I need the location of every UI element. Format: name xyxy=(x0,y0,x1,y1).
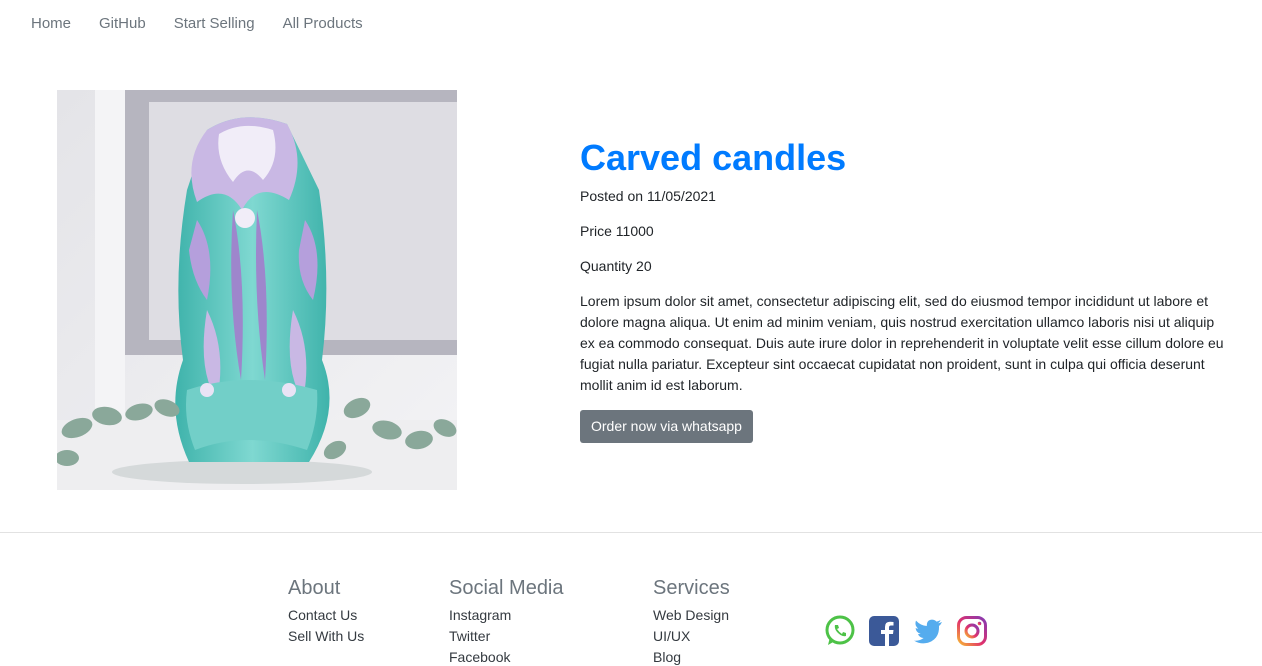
facebook-icon[interactable] xyxy=(868,615,900,647)
footer-instagram-link[interactable]: Instagram xyxy=(449,605,564,626)
footer-sell-with-us-link[interactable]: Sell With Us xyxy=(288,626,364,647)
nav-start-selling-link[interactable]: Start Selling xyxy=(160,0,269,48)
footer-facebook-link[interactable]: Facebook xyxy=(449,647,564,666)
product-title: Carved candles xyxy=(580,137,847,178)
product-details: Carved candles Posted on 11/05/2021 Pric… xyxy=(580,136,1230,443)
product-quantity: Quantity 20 xyxy=(580,258,652,274)
footer-web-design-link[interactable]: Web Design xyxy=(653,605,730,626)
whatsapp-icon[interactable] xyxy=(824,615,856,647)
instagram-icon[interactable] xyxy=(956,615,988,647)
footer-divider xyxy=(0,532,1262,533)
posted-date: Posted on 11/05/2021 xyxy=(580,188,716,204)
footer-contact-us-link[interactable]: Contact Us xyxy=(288,605,364,626)
footer-social-column: Social Media Instagram Twitter Facebook xyxy=(449,575,564,666)
social-icons xyxy=(824,615,1000,647)
footer-social-heading: Social Media xyxy=(449,577,564,599)
nav-home-link[interactable]: Home xyxy=(16,0,85,48)
footer-uiux-link[interactable]: UI/UX xyxy=(653,626,730,647)
nav-github-link[interactable]: GitHub xyxy=(85,0,160,48)
footer-services-column: Services Web Design UI/UX Blog xyxy=(653,575,730,666)
product-price: Price 11000 xyxy=(580,223,654,239)
nav-all-products-link[interactable]: All Products xyxy=(269,0,377,48)
footer-services-heading: Services xyxy=(653,577,730,599)
top-nav: Home GitHub Start Selling All Products xyxy=(16,0,377,48)
footer-about-column: About Contact Us Sell With Us xyxy=(288,575,364,647)
product-image xyxy=(57,90,457,490)
twitter-icon[interactable] xyxy=(912,615,944,647)
footer-blog-link[interactable]: Blog xyxy=(653,647,730,666)
footer-about-heading: About xyxy=(288,577,341,599)
order-whatsapp-button[interactable]: Order now via whatsapp xyxy=(580,410,753,443)
footer-twitter-link[interactable]: Twitter xyxy=(449,626,564,647)
product-description: Lorem ipsum dolor sit amet, consectetur … xyxy=(580,293,1224,393)
carved-candle-photo xyxy=(57,90,457,490)
